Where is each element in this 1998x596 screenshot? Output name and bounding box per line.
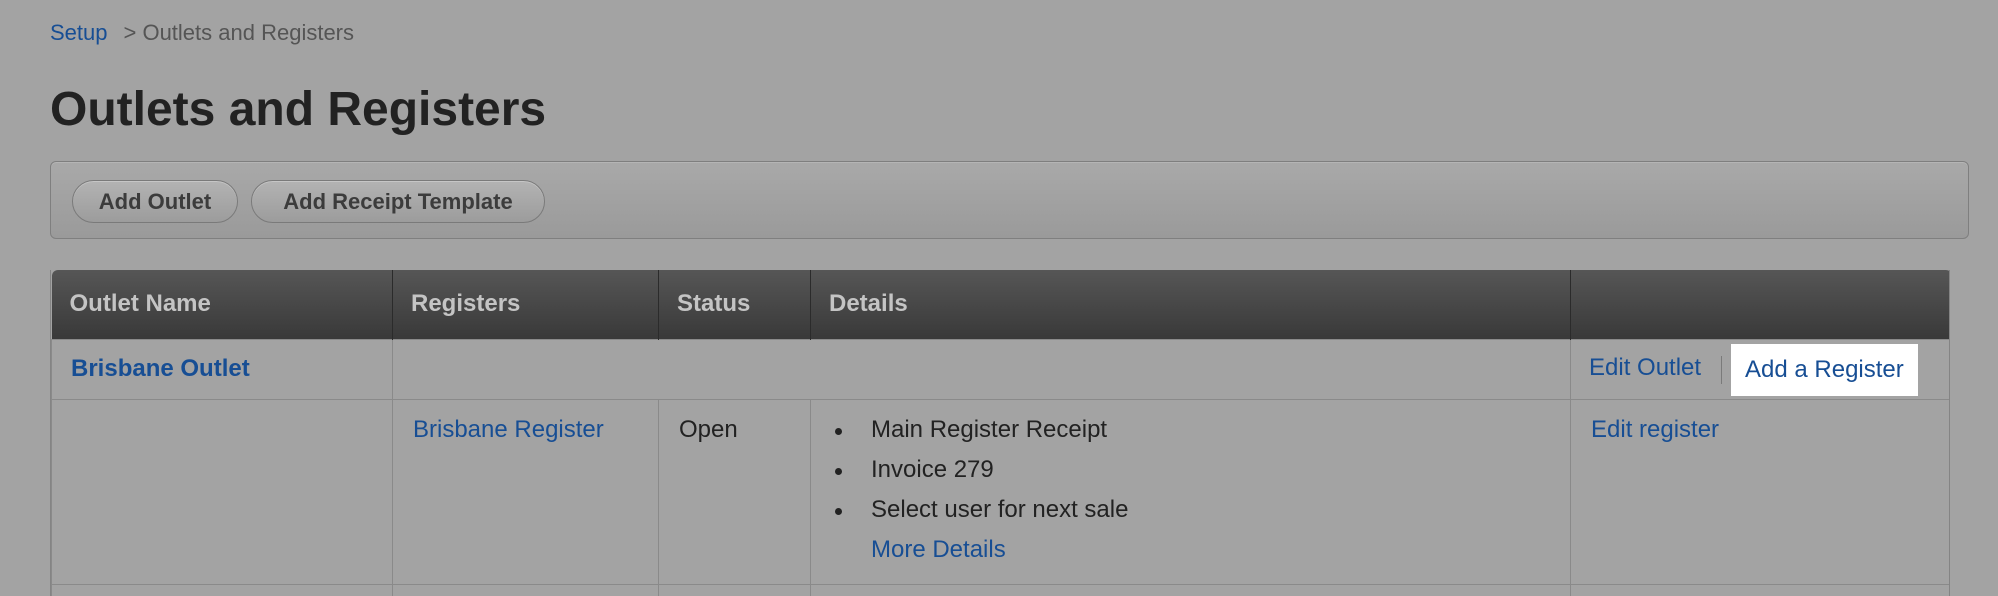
outlet-empty-cell [392,338,1571,400]
table-header-row: Outlet Name Registers Status Details [51,270,1949,339]
more-details-link[interactable]: More Details [871,536,1006,563]
register-row: Brisbane Register Open Main Register Rec… [51,398,1949,585]
outlet-row: Brisbane Outlet Edit Outlet Add a Regist… [51,338,1949,400]
detail-item-user: Select user for next sale [831,496,1570,536]
page-title: Outlets and Registers [50,83,547,136]
page: Setup > Outlets and Registers Outlets and… [0,0,1998,596]
edit-register-link[interactable]: Edit register [1591,416,1719,443]
register-actions-cell: Edit register [1570,398,1949,585]
col-header-registers: Registers [392,270,659,339]
col-header-outlet-name: Outlet Name [51,270,393,339]
outlet-name-link[interactable]: Brisbane Outlet [71,355,250,382]
breadcrumb: Setup > Outlets and Registers [50,20,354,46]
breadcrumb-current: > Outlets and Registers [123,20,355,45]
col-header-actions [1570,270,1949,339]
toolbar: Add Outlet Add Receipt Template [50,161,1969,239]
outlet-actions-cell: Edit Outlet Add a Register [1570,338,1949,400]
outlets-table: Outlet Name Registers Status Details Bri… [50,270,1950,596]
register-details-cell: Main Register Receipt Invoice 279 Select… [810,398,1571,585]
register-details-list: Main Register Receipt Invoice 279 Select… [811,416,1570,576]
edit-outlet-link[interactable]: Edit Outlet [1589,354,1701,382]
register-name-link[interactable]: Brisbane Register [413,416,604,443]
more-details-item: More Details [831,536,1570,576]
col-header-details: Details [810,270,1571,339]
detail-item-receipt: Main Register Receipt [831,416,1570,456]
table-row [51,583,1949,596]
detail-item-invoice: Invoice 279 [831,456,1570,496]
col-header-status: Status [658,270,811,339]
stub-cell [392,583,659,596]
breadcrumb-setup-link[interactable]: Setup [50,20,108,45]
stub-cell [658,583,811,596]
register-outlet-empty-cell [51,398,393,585]
action-divider [1721,355,1722,384]
stub-cell [1570,583,1949,596]
register-status-cell: Open [658,398,811,585]
stub-cell [51,583,393,596]
outlet-name-cell: Brisbane Outlet [51,338,393,400]
register-name-cell: Brisbane Register [392,398,659,585]
stub-cell [810,583,1571,596]
add-outlet-button[interactable]: Add Outlet [72,180,238,223]
add-receipt-template-button[interactable]: Add Receipt Template [251,180,545,223]
add-register-link[interactable]: Add a Register [1731,343,1918,396]
